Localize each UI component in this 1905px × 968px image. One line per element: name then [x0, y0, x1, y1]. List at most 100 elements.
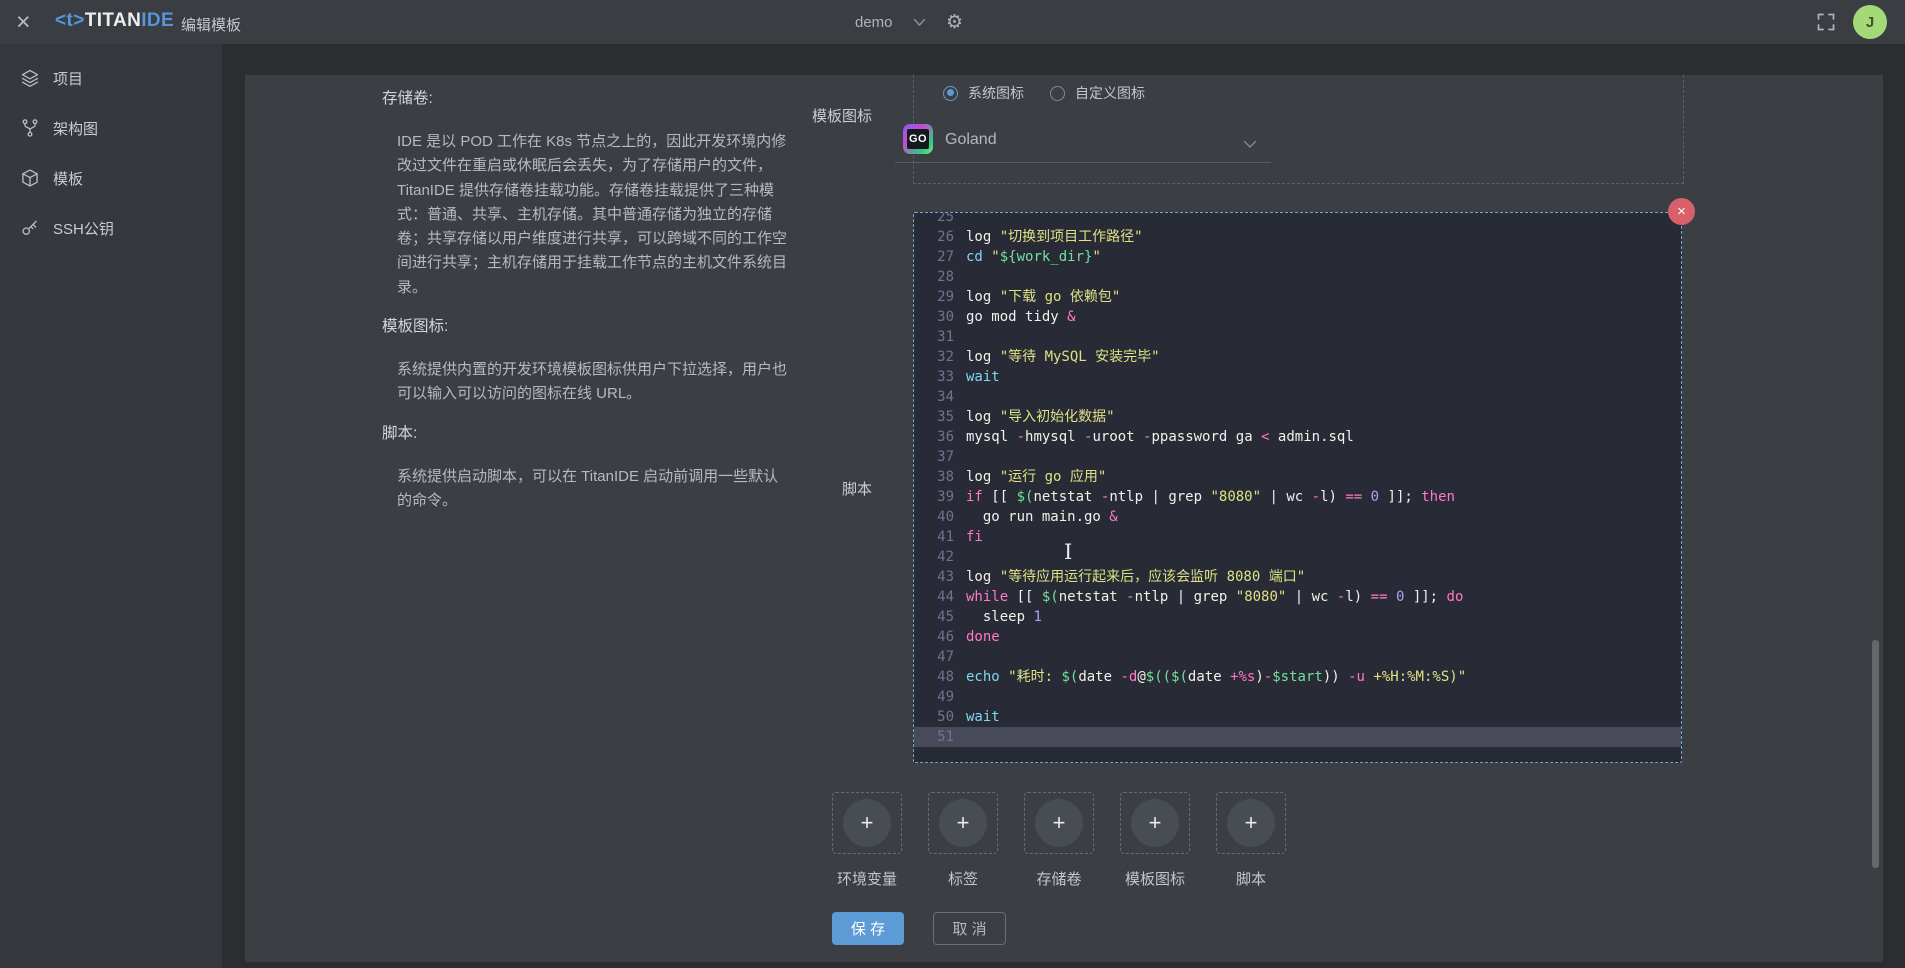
doc-section-body: 系统提供内置的开发环境模板图标供用户下拉选择，用户也可以输入可以访问的图标在线 …: [382, 358, 787, 407]
line-code: wait: [954, 367, 1000, 387]
line-code: fi: [954, 527, 983, 547]
line-code: [954, 212, 966, 227]
avatar[interactable]: J: [1853, 5, 1887, 39]
page-scrollbar[interactable]: [1872, 640, 1879, 868]
add-button-脚本[interactable]: +: [1216, 792, 1286, 854]
line-code: if [[ $(netstat -ntlp | grep "8080" | wc…: [954, 487, 1455, 507]
sidebar-item-label: 架构图: [53, 118, 98, 139]
line-code: log "下载 go 依赖包": [954, 287, 1120, 307]
code-line: 41 fi: [914, 527, 1681, 547]
line-number: 30: [914, 307, 954, 327]
add-unit: + 标签: [928, 792, 998, 889]
code-line: 39 if [[ $(netstat -ntlp | grep "8080" |…: [914, 487, 1681, 507]
code-line: 28: [914, 267, 1681, 287]
sidebar-item-SSH公钥[interactable]: SSH公钥: [0, 203, 222, 253]
code-line: 47: [914, 647, 1681, 667]
sidebar-item-架构图[interactable]: 架构图: [0, 103, 222, 153]
add-button-label: 模板图标: [1125, 868, 1185, 889]
sidebar-item-项目[interactable]: 项目: [0, 53, 222, 103]
line-number: 32: [914, 347, 954, 367]
code-line: 46 done: [914, 627, 1681, 647]
line-code: echo "耗时: $(date -d@$(($(date +%s)-$star…: [954, 667, 1466, 687]
script-code-editor[interactable]: 25 26 log "切换到项目工作路径" 27 cd "${work_dir}…: [913, 212, 1682, 763]
logo-accent: IDE: [141, 10, 174, 31]
code-line: 27 cd "${work_dir}": [914, 247, 1681, 267]
add-button-label: 脚本: [1236, 868, 1266, 889]
line-number: 45: [914, 607, 954, 627]
code-lines: 25 26 log "切换到项目工作路径" 27 cd "${work_dir}…: [914, 212, 1681, 747]
cancel-button[interactable]: 取 消: [933, 912, 1006, 945]
line-code: go mod tidy &: [954, 307, 1076, 327]
script-field-label: 脚本: [787, 478, 872, 499]
fullscreen-icon[interactable]: [1816, 12, 1836, 37]
line-code: while [[ $(netstat -ntlp | grep "8080" |…: [954, 587, 1463, 607]
line-number: 35: [914, 407, 954, 427]
line-number: 40: [914, 507, 954, 527]
doc-section: 脚本: 系统提供启动脚本，可以在 TitanIDE 启动前调用一些默认的命令。: [382, 421, 788, 514]
sidebar: 项目 架构图 模板 SSH公钥: [0, 44, 222, 968]
save-button[interactable]: 保 存: [832, 912, 904, 945]
line-number: 48: [914, 667, 954, 687]
radio-icon: [1050, 86, 1065, 101]
top-bar: × <t>TITANIDE 编辑模板 demo ⚙ J: [0, 0, 1905, 44]
add-button-标签[interactable]: +: [928, 792, 998, 854]
line-number: 44: [914, 587, 954, 607]
radio-option[interactable]: 系统图标: [943, 83, 1024, 103]
line-number: 51: [914, 727, 954, 747]
add-button-环境变量[interactable]: +: [832, 792, 902, 854]
line-number: 31: [914, 327, 954, 347]
code-line: 49: [914, 687, 1681, 707]
close-icon[interactable]: ×: [16, 5, 31, 39]
docs-column: 存储卷: IDE 是以 POD 工作在 K8s 节点之上的，因此开发环境内修改过…: [382, 86, 788, 513]
app-window: × <t>TITANIDE 编辑模板 demo ⚙ J 项目 架构图 模板 SS…: [0, 0, 1905, 968]
sidebar-item-模板[interactable]: 模板: [0, 153, 222, 203]
line-number: 28: [914, 267, 954, 287]
add-button-存储卷[interactable]: +: [1024, 792, 1094, 854]
add-button-label: 标签: [948, 868, 978, 889]
key-icon: [20, 218, 40, 238]
code-line: 40 go run main.go &: [914, 507, 1681, 527]
line-code: mysql -hmysql -uroot -ppassword ga < adm…: [954, 427, 1354, 447]
icon-type-radio-group: 系统图标 自定义图标: [943, 83, 1145, 103]
goland-icon: GO: [903, 124, 933, 154]
add-unit: + 模板图标: [1120, 792, 1190, 889]
chevron-down-icon: [913, 14, 926, 31]
line-code: wait: [954, 707, 1000, 727]
line-number: 43: [914, 567, 954, 587]
app-logo: <t>TITANIDE: [55, 10, 174, 32]
line-number: 33: [914, 367, 954, 387]
line-number: 36: [914, 427, 954, 447]
line-number: 50: [914, 707, 954, 727]
radio-option[interactable]: 自定义图标: [1050, 83, 1145, 103]
line-code: [954, 727, 966, 747]
icon-select-dropdown[interactable]: GO Goland: [895, 120, 1271, 163]
line-number: 39: [914, 487, 954, 507]
remove-script-button[interactable]: ×: [1668, 198, 1695, 225]
line-code: cd "${work_dir}": [954, 247, 1101, 267]
line-code: [954, 647, 966, 667]
line-number: 47: [914, 647, 954, 667]
radio-icon: [943, 86, 958, 101]
code-line: 25: [914, 212, 1681, 227]
main-panel: 存储卷: IDE 是以 POD 工作在 K8s 节点之上的，因此开发环境内修改过…: [245, 75, 1883, 962]
radio-label: 自定义图标: [1075, 83, 1145, 103]
settings-gear-icon[interactable]: ⚙: [946, 11, 963, 33]
doc-section-body: 系统提供启动脚本，可以在 TitanIDE 启动前调用一些默认的命令。: [382, 465, 787, 514]
code-line: 31: [914, 327, 1681, 347]
workspace-selector[interactable]: demo: [855, 0, 926, 44]
add-unit: + 存储卷: [1024, 792, 1094, 889]
code-line: 45 sleep 1: [914, 607, 1681, 627]
cube-icon: [20, 168, 40, 188]
code-line: 26 log "切换到项目工作路径": [914, 227, 1681, 247]
line-code: sleep 1: [954, 607, 1042, 627]
doc-section-body: IDE 是以 POD 工作在 K8s 节点之上的，因此开发环境内修改过文件在重启…: [382, 130, 787, 300]
plus-icon: +: [843, 799, 891, 847]
git-branch-icon: [20, 118, 40, 138]
add-section-row: + 环境变量 + 标签 + 存储卷 + 模板图标 + 脚本: [832, 792, 1286, 889]
line-number: 29: [914, 287, 954, 307]
add-button-模板图标[interactable]: +: [1120, 792, 1190, 854]
line-code: [954, 547, 966, 567]
page-title: 编辑模板: [181, 14, 241, 35]
code-line: 37: [914, 447, 1681, 467]
workspace-name: demo: [855, 14, 893, 31]
